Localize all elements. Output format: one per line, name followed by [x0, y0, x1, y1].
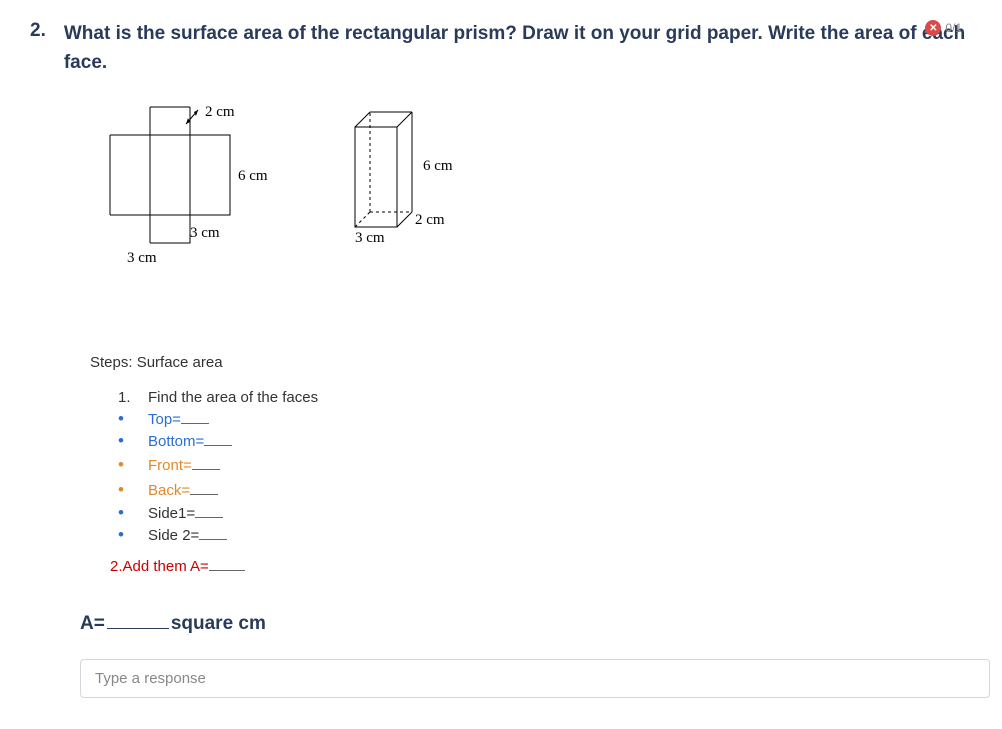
answer-line: A= square cm [80, 613, 972, 635]
bullet-icon: • [118, 504, 148, 521]
step-back: • Back= [118, 478, 972, 502]
bullet-icon: • [118, 526, 148, 543]
net-dim-2cm: 2 cm [205, 104, 235, 120]
step-2: 2.Add them A= [110, 556, 972, 577]
steps-title: Steps: Surface area [90, 352, 972, 373]
answer-suffix: square cm [171, 613, 266, 634]
prism-dim-6cm: 6 cm [423, 158, 453, 174]
question-header: 2. What is the surface area of the recta… [30, 20, 972, 77]
bottom-label: Bottom= [148, 433, 204, 450]
steps-block: Steps: Surface area 1. Find the area of … [90, 352, 972, 577]
score-badge: ✕ 0/1 [925, 20, 962, 36]
prism-dim-2cm: 2 cm [415, 212, 445, 228]
bullet-icon: • [118, 453, 148, 477]
score-text: 0/1 [945, 21, 962, 35]
step-bottom: • Bottom= [118, 431, 972, 452]
side1-label: Side1= [148, 505, 195, 522]
response-input[interactable]: Type a response [80, 659, 990, 698]
net-dim-6cm: 6 cm [238, 168, 268, 184]
step-1: 1. Find the area of the faces [118, 387, 972, 408]
step-1-text: Find the area of the faces [148, 387, 318, 408]
top-label: Top= [148, 411, 181, 428]
net-figure: 2 cm 6 cm 3 cm 3 cm [90, 102, 300, 282]
back-label: Back= [148, 482, 190, 499]
step-side2: • Side 2= [118, 525, 972, 546]
net-dim-3cm-b: 3 cm [127, 250, 157, 266]
wrong-icon: ✕ [925, 20, 941, 36]
question-text: What is the surface area of the rectangu… [64, 20, 972, 77]
bullet-icon: • [118, 432, 148, 449]
question-number: 2. [30, 20, 46, 42]
step-top: • Top= [118, 409, 972, 430]
side2-label: Side 2= [148, 527, 199, 544]
step-1-num: 1. [118, 387, 148, 408]
figures-row: 2 cm 6 cm 3 cm 3 cm 6 cm 2 cm 3 cm [90, 102, 972, 282]
step-2-text: 2.Add them A= [110, 558, 209, 575]
answer-prefix: A= [80, 613, 105, 634]
prism-figure: 6 cm 2 cm 3 cm [340, 102, 510, 257]
front-label: Front= [148, 457, 192, 474]
bullet-icon: • [118, 478, 148, 502]
prism-dim-3cm: 3 cm [355, 230, 385, 246]
step-side1: • Side1= [118, 503, 972, 524]
bullet-icon: • [118, 410, 148, 427]
step-front: • Front= [118, 453, 972, 477]
net-dim-3cm-a: 3 cm [190, 225, 220, 241]
